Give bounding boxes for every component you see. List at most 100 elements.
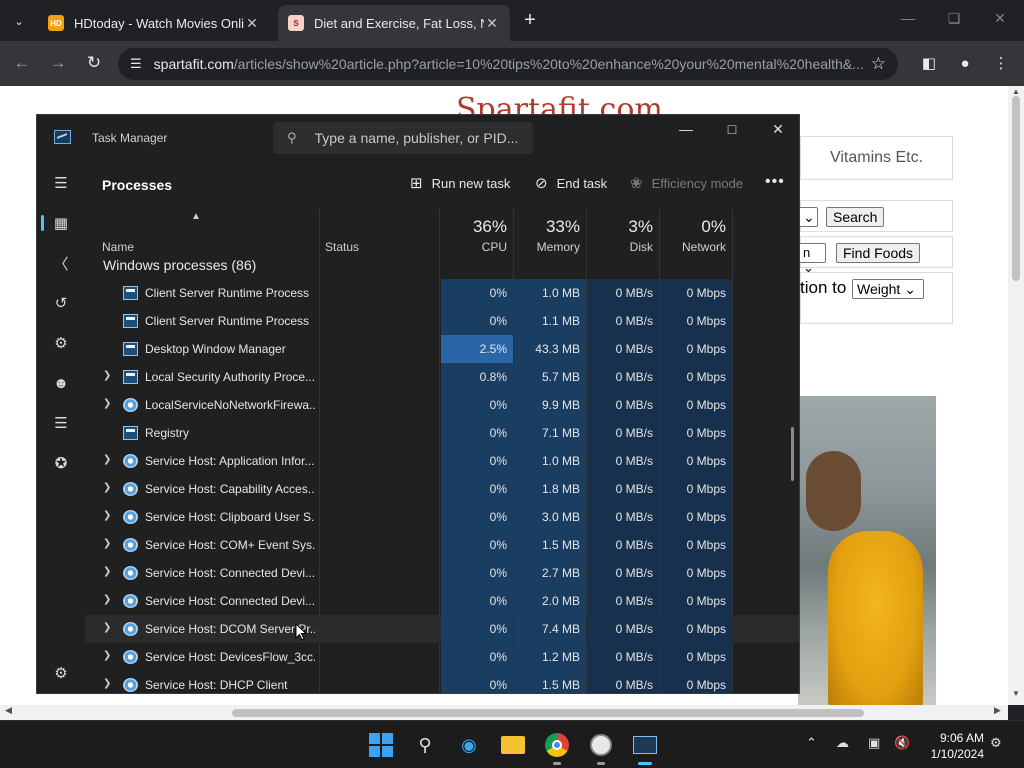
expand-chevron-icon[interactable]: ❯ [103,622,111,633]
search-button[interactable]: Search [826,207,885,227]
expand-chevron-icon[interactable]: ❯ [103,482,111,493]
tm-minimize-icon[interactable]: — [671,119,701,139]
chrome-icon[interactable] [543,731,571,765]
column-header-memory[interactable]: 33% Memory [514,209,586,259]
table-row[interactable]: ❯ LocalServiceNoNetworkFirewa... 0% 9.9 MB 0… [85,391,799,419]
back-arrow-icon[interactable]: ← [10,51,34,75]
processes-nav-icon[interactable]: ▦ [41,211,73,235]
page-hscroll-thumb[interactable] [232,709,864,717]
site-info-tune-icon[interactable]: ☰ [130,56,142,72]
show-hidden-icons-chevron-icon[interactable]: ⌃ [806,735,817,751]
hamburger-menu-icon[interactable]: ☰ [49,171,73,195]
edge-preview-icon[interactable]: ◉ [455,731,483,759]
clock-app-icon[interactable] [587,731,615,765]
tm-close-icon[interactable]: ✕ [763,119,793,139]
scroll-left-arrow-icon[interactable]: ◀ [5,705,12,716]
page-vscroll-thumb[interactable] [1012,96,1020,281]
address-url[interactable]: spartafit.com/articles/show%20article.ph… [154,56,865,72]
services-nav-icon[interactable]: ✪ [49,451,73,475]
task-manager-title: Task Manager [92,131,168,145]
column-header-status[interactable]: Status [319,209,439,259]
start-windows-icon[interactable] [367,731,395,759]
column-header-name[interactable]: Name [85,209,319,259]
tab-close-icon[interactable]: ✕ [244,15,260,32]
table-row[interactable]: ❯ Service Host: DHCP Client 0% 1.5 MB 0 MB/s… [85,671,799,693]
expand-chevron-icon[interactable]: ❯ [103,398,111,409]
category-select[interactable]: ⌄ [798,207,818,227]
table-row[interactable]: ❯ Service Host: DevicesFlow_3cc... 0% 1.2 M… [85,643,799,671]
tab-search-chevron-icon[interactable]: ⌄ [6,8,32,34]
table-row[interactable]: ❯ Local Security Authority Proce... 0.8% 5.… [85,363,799,391]
table-row[interactable]: ❯ Service Host: Connected Devi... 0% 2.0 MB… [85,587,799,615]
expand-chevron-icon[interactable]: ❯ [103,566,111,577]
vitamins-tab[interactable]: Vitamins Etc. [800,136,953,180]
settings-gear-icon[interactable]: ⚙ [49,661,73,685]
new-tab-plus-icon[interactable]: + [518,8,542,32]
weight-select[interactable]: Weight ⌄ [852,279,924,299]
browser-tab-hdtoday[interactable]: HD HDtoday - Watch Movies Online ✕ [38,5,270,41]
address-bar[interactable]: ☰ spartafit.com/articles/show%20article.… [118,48,898,80]
page-vertical-scrollbar[interactable]: ▲ ▼ [1008,86,1024,705]
expand-chevron-icon[interactable]: ❯ [103,510,111,521]
details-nav-icon[interactable]: ☰ [49,411,73,435]
column-header-disk[interactable]: 3% Disk [587,209,659,259]
performance-nav-icon[interactable]: 〈 [49,251,73,275]
taskbar-search-icon[interactable]: ⚲ [411,731,439,759]
table-row[interactable]: ❯ Service Host: Capability Acces... 0% 1.8 … [85,475,799,503]
volume-muted-icon[interactable]: 🔇 [894,735,910,751]
task-manager-titlebar[interactable]: Task Manager ⚲ — □ ✕ [37,115,799,161]
process-search-input[interactable] [314,130,525,146]
expand-chevron-icon[interactable]: ❯ [103,538,111,549]
find-foods-button[interactable]: Find Foods [836,243,921,263]
table-row[interactable]: ❯ Service Host: Connected Devi... 0% 2.7 MB… [85,559,799,587]
table-row[interactable]: Client Server Runtime Process 0% 1.1 MB 0 M… [85,307,799,335]
table-row[interactable]: Client Server Runtime Process 0% 1.0 MB 0 M… [85,279,799,307]
users-nav-icon[interactable]: ☻ [49,371,73,395]
expand-chevron-icon[interactable]: ❯ [103,454,111,465]
scroll-down-arrow-icon[interactable]: ▼ [1008,689,1024,698]
tab-close-icon[interactable]: ✕ [484,15,500,32]
browser-restore-icon[interactable]: ❏ [944,10,964,27]
browser-minimize-icon[interactable]: — [898,10,918,26]
table-row[interactable]: ❯ Service Host: COM+ Event Sys... 0% 1.5 MB… [85,531,799,559]
scroll-right-arrow-icon[interactable]: ▶ [994,705,1001,716]
expand-chevron-icon[interactable]: ❯ [103,678,111,689]
table-row[interactable]: ❯ Service Host: Application Infor... 0% 1.0… [85,447,799,475]
table-row[interactable]: Desktop Window Manager 2.5% 43.3 MB 0 MB/s 0… [85,335,799,363]
run-new-task-button[interactable]: ⊞ Run new task [410,174,510,192]
forward-arrow-icon[interactable]: → [46,51,70,75]
side-panel-icon[interactable]: ◧ [918,53,940,75]
windows-processes-group-header[interactable]: Windows processes (86) [103,257,256,273]
expand-chevron-icon[interactable]: ❯ [103,594,111,605]
taskbar-clock[interactable]: 9:06 AM 1/10/2024 [922,730,984,762]
column-header-cpu[interactable]: 36% CPU [441,209,513,259]
chrome-menu-icon[interactable]: ⋮ [990,53,1012,75]
browser-tab-spartafit[interactable]: S Diet and Exercise, Fat Loss, Nutrition… [278,5,510,41]
efficiency-mode-button[interactable]: ❀ Efficiency mode [630,174,743,192]
end-task-button[interactable]: ⊘ End task [535,174,607,192]
process-search-box[interactable]: ⚲ [273,122,533,154]
network-icon[interactable]: ▣ [868,735,880,751]
notifications-icon[interactable]: ⚙ [990,735,1002,751]
page-horizontal-scrollbar[interactable]: ◀ ▶ [0,705,1008,720]
more-options-icon[interactable]: ••• [765,173,785,191]
reload-icon[interactable]: ↻ [82,51,106,75]
cloud-offline-icon[interactable]: ☁ [836,735,849,751]
browser-close-icon[interactable]: ✕ [990,10,1010,27]
table-row[interactable]: ❯ Service Host: Clipboard User S... 0% 3.0 … [85,503,799,531]
process-list-scrollbar[interactable] [791,427,794,481]
bookmark-star-icon[interactable]: ☆ [871,54,886,74]
column-header-network[interactable]: 0% Network [660,209,732,259]
profile-avatar-icon[interactable]: ● [954,53,976,75]
food-select[interactable]: n ⌄ [798,243,826,275]
table-row[interactable]: Registry 0% 7.1 MB 0 MB/s 0 Mbps [85,419,799,447]
table-row[interactable]: ❯ Service Host: DCOM Server Pr... 0% 7.4 MB… [85,615,799,643]
file-explorer-icon[interactable] [499,731,527,759]
expand-chevron-icon[interactable]: ❯ [103,370,111,381]
app-history-nav-icon[interactable]: ↺ [49,291,73,315]
startup-apps-nav-icon[interactable]: ⚙ [49,331,73,355]
task-manager-taskbar-icon[interactable] [631,731,659,765]
scroll-up-arrow-icon[interactable]: ▲ [1008,87,1024,96]
tm-maximize-icon[interactable]: □ [717,119,747,139]
expand-chevron-icon[interactable]: ❯ [103,650,111,661]
